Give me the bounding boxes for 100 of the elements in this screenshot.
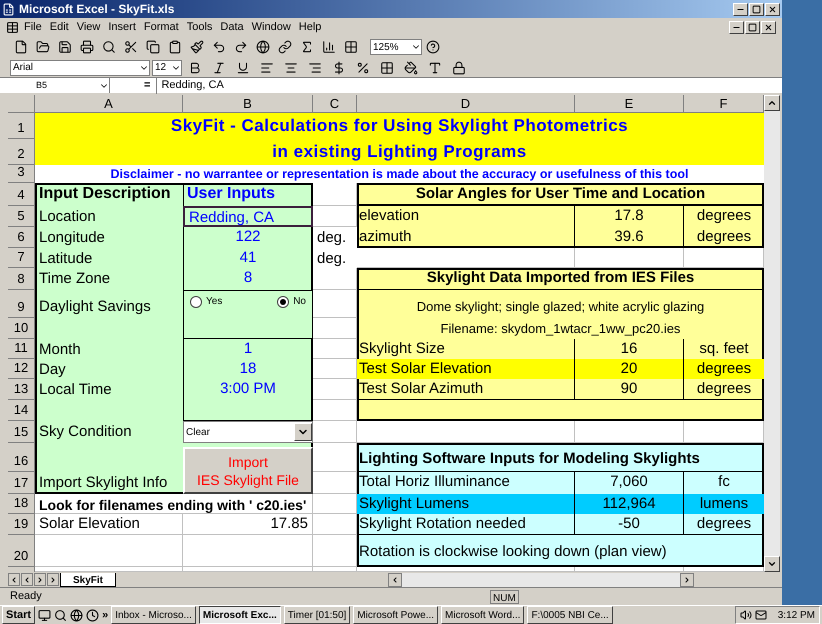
search-icon[interactable] (54, 608, 68, 622)
table-cell: elevation (357, 206, 575, 227)
select-all-corner[interactable] (8, 95, 35, 113)
volume-icon[interactable] (740, 609, 752, 621)
sheet-nav-button[interactable] (8, 573, 20, 586)
row-header[interactable]: 5 (8, 206, 35, 227)
row-header[interactable]: 12 (8, 359, 35, 379)
menu-item[interactable]: View (74, 18, 104, 36)
quick-launch-chevron[interactable]: » (102, 606, 108, 624)
table-cell-text: degrees (696, 514, 752, 534)
zoom-box[interactable]: 125% (370, 39, 422, 55)
workbook-icon[interactable] (6, 20, 19, 34)
scroll-down-button[interactable] (764, 556, 780, 572)
input-cell[interactable]: 8 (183, 268, 313, 290)
row-header[interactable]: 11 (8, 339, 35, 359)
row-header[interactable]: 7 (8, 248, 35, 268)
horizontal-scrollbar[interactable] (388, 572, 694, 586)
menu-item[interactable]: Format (140, 18, 182, 36)
input-cell[interactable]: 122 (183, 227, 313, 248)
input-cell[interactable]: 41 (183, 248, 313, 268)
maximize-button[interactable] (749, 2, 764, 16)
row-header[interactable]: 6 (8, 227, 35, 248)
menu-item[interactable]: File (21, 18, 45, 36)
input-cell[interactable]: 3:00 PM (183, 379, 313, 400)
clock-text: 3:12 PM (778, 608, 815, 622)
column-header[interactable]: B (183, 95, 313, 113)
menu-item[interactable]: Insert (105, 18, 139, 36)
row-header[interactable]: 2 (8, 139, 35, 165)
table-cell-text: fc (717, 472, 731, 492)
clock-icon[interactable] (86, 608, 100, 622)
table-cell-text: sq. feet (698, 339, 750, 359)
table-cell-text: degrees (696, 206, 752, 226)
font-size-box[interactable]: 12 (152, 60, 182, 76)
empty-cell[interactable] (183, 535, 313, 567)
row-header[interactable]: 3 (8, 165, 35, 183)
menu-item[interactable]: Edit (46, 18, 72, 36)
scroll-right-button[interactable] (680, 572, 694, 586)
row-label: Time Zone (38, 269, 112, 289)
empty-cell[interactable] (313, 567, 357, 572)
section-title: Lighting Software Inputs for Modeling Skylights (357, 443, 764, 472)
scroll-up-button[interactable] (764, 95, 780, 111)
taskbar-button[interactable]: Timer [01:50] (284, 606, 350, 624)
row-header[interactable]: 4 (8, 183, 35, 206)
globe-icon[interactable] (70, 608, 84, 622)
row-header[interactable]: 20 (8, 535, 35, 567)
restore-button[interactable] (745, 20, 760, 34)
menu-item[interactable]: Tools (184, 18, 216, 36)
column-header[interactable]: C (313, 95, 357, 113)
formula-content[interactable]: Redding, CA (156, 77, 782, 94)
row-header[interactable]: 1 (8, 113, 35, 139)
column-header[interactable]: A (35, 95, 183, 113)
vertical-scrollbar[interactable] (764, 95, 780, 572)
row-header[interactable]: 14 (8, 400, 35, 421)
empty-cell[interactable] (183, 567, 313, 572)
scroll-left-button[interactable] (388, 572, 402, 586)
row-header[interactable]: 15 (8, 421, 35, 443)
sheet-tab[interactable]: SkyFit (60, 572, 116, 586)
taskbar-button[interactable]: Microsoft Word... (441, 606, 524, 624)
sheet-nav-button[interactable] (34, 573, 46, 586)
column-header[interactable]: D (357, 95, 575, 113)
row-header[interactable]: 17 (8, 472, 35, 494)
sky-condition-dropdown[interactable]: Clear (183, 421, 313, 443)
menu-item[interactable]: Help (296, 18, 324, 36)
section-title: Skylight Data Imported from IES Files (357, 268, 764, 290)
taskbar-button[interactable]: Microsoft Powe... (353, 606, 438, 624)
close-button[interactable] (761, 20, 776, 34)
row-header[interactable]: 9 (8, 290, 35, 318)
desktop-icon[interactable] (38, 608, 52, 622)
row-label: Solar Elevation (35, 514, 183, 535)
radio-option[interactable]: Yes (190, 294, 222, 309)
taskbar-button[interactable]: F:\0005 NBI Ce... (527, 606, 613, 624)
sheet-nav-button[interactable] (21, 573, 33, 586)
close-icon (764, 22, 773, 32)
taskbar-button[interactable]: Inbox - Microso... (111, 606, 196, 624)
row-label: Longitude (38, 228, 106, 248)
mail-icon[interactable] (754, 609, 767, 621)
font-box[interactable]: Arial (10, 60, 150, 76)
column-header[interactable]: E (575, 95, 684, 113)
taskbar-button[interactable]: Microsoft Exc... (198, 606, 281, 624)
close-button[interactable] (765, 2, 780, 16)
row-label: Latitude (38, 249, 94, 268)
start-button[interactable]: Start (2, 606, 36, 624)
input-cell[interactable]: 18 (183, 359, 313, 379)
column-header[interactable]: F (684, 95, 764, 113)
input-cell[interactable]: 1 (183, 339, 313, 359)
menu-item[interactable]: Window (248, 18, 294, 36)
row-header[interactable]: 18 (8, 494, 35, 514)
minimize-button[interactable] (733, 2, 748, 16)
row-header[interactable]: 10 (8, 318, 35, 339)
row-header[interactable]: 19 (8, 514, 35, 535)
row-header[interactable]: 8 (8, 268, 35, 290)
input-cell[interactable]: Redding, CA (183, 206, 313, 227)
minimize-button[interactable] (729, 20, 744, 34)
sheet-nav-button[interactable] (47, 573, 59, 586)
radio-option[interactable]: No (277, 294, 306, 309)
num-lock-indicator: NUM (490, 590, 519, 604)
menu-item[interactable]: Data (217, 18, 247, 36)
row-header[interactable]: 13 (8, 379, 35, 400)
table-cell: Test Solar Azimuth (357, 379, 575, 400)
row-header[interactable]: 16 (8, 443, 35, 472)
